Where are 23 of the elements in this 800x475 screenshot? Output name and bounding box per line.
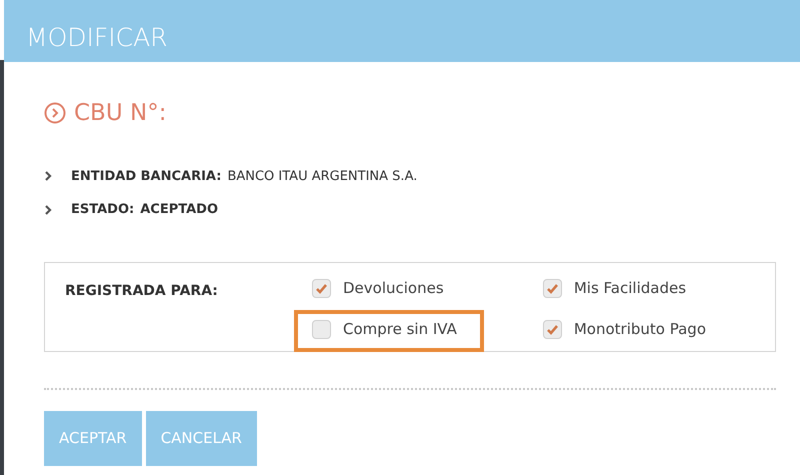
detail-value: BANCO ITAU ARGENTINA S.A. — [227, 168, 418, 186]
check-icon — [546, 324, 559, 335]
cancel-button[interactable]: CANCELAR — [146, 410, 257, 466]
checkbox-label: Devoluciones — [343, 278, 444, 300]
chevron-icon — [44, 170, 52, 182]
detail-value: ACEPTADO — [140, 201, 218, 219]
checkbox-label: Monotributo Pago — [574, 319, 706, 340]
checkbox-label: Compre sin IVA — [343, 319, 457, 340]
chevron-icon — [44, 204, 52, 216]
registration-label: REGISTRADA PARA: — [65, 282, 219, 300]
checkbox-label: Mis Facilidades — [574, 278, 686, 300]
window-title: MODIFICAR — [26, 22, 168, 54]
cbu-heading: CBU N°: — [74, 99, 166, 128]
check-icon — [546, 283, 559, 294]
chevron-circle-icon — [44, 102, 66, 124]
detail-label: ESTADO: — [71, 201, 134, 219]
detail-label: ENTIDAD BANCARIA: — [71, 168, 222, 186]
checkbox[interactable] — [312, 279, 331, 298]
checkbox[interactable] — [542, 279, 562, 298]
checkbox[interactable] — [542, 320, 562, 339]
accept-button[interactable]: ACEPTAR — [44, 410, 142, 466]
check-icon — [315, 283, 328, 294]
checkbox[interactable] — [312, 320, 331, 339]
